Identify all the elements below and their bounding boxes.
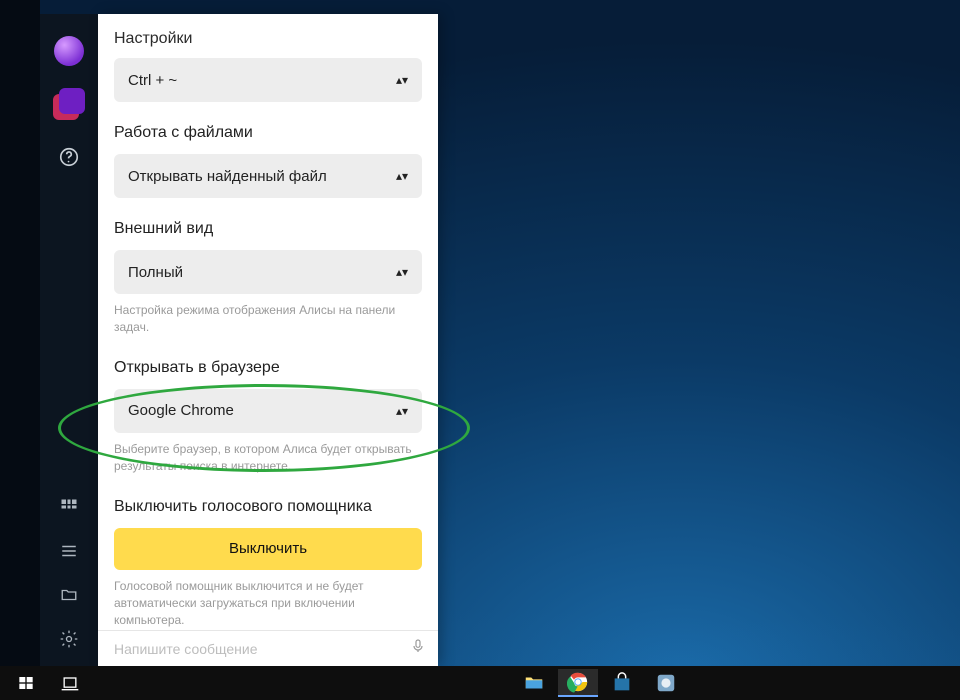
files-action-select[interactable]: Открывать найденный файл ▴▾ [114,154,422,198]
alice-side-rail [40,14,98,666]
appearance-section-title: Внешний вид [114,220,422,238]
disable-assistant-button[interactable]: Выключить [114,528,422,570]
task-view-button[interactable] [48,666,92,700]
chevron-updown-icon: ▴▾ [396,404,408,418]
panel-title: Настройки [114,14,422,58]
list-icon[interactable] [52,534,86,568]
start-button[interactable] [4,666,48,700]
alice-orb-button[interactable] [52,34,86,68]
default-browser-select[interactable]: Google Chrome ▴▾ [114,389,422,433]
skills-button[interactable] [53,88,85,120]
chevron-updown-icon: ▴▾ [396,169,408,183]
default-browser-value: Google Chrome [128,402,234,419]
taskbar-running-apps [512,666,688,700]
settings-panel: Настройки Ctrl + ~ ▴▾ Работа с файлами О… [98,14,438,666]
taskbar-store-icon[interactable] [602,669,642,697]
disable-hint: Голосовой помощник выключится и не будет… [114,578,422,630]
appearance-value: Полный [128,264,183,281]
browser-section-title: Открывать в браузере [114,359,422,377]
disable-section-title: Выключить голосового помощника [114,498,422,516]
message-input[interactable] [114,641,410,657]
settings-gear-icon[interactable] [52,622,86,656]
hotkey-select[interactable]: Ctrl + ~ ▴▾ [114,58,422,102]
files-action-value: Открывать найденный файл [128,168,327,185]
taskbar-app-icon[interactable] [646,669,686,697]
chevron-updown-icon: ▴▾ [396,265,408,279]
browser-hint: Выберите браузер, в котором Алиса будет … [114,441,422,476]
taskbar-file-explorer-icon[interactable] [514,669,554,697]
appearance-hint: Настройка режима отображения Алисы на па… [114,302,422,337]
message-input-bar [98,630,438,666]
microphone-icon[interactable] [410,636,426,661]
taskbar-chrome-icon[interactable] [558,669,598,697]
apps-grid-icon[interactable] [52,490,86,524]
chevron-updown-icon: ▴▾ [396,73,408,87]
help-icon[interactable] [52,140,86,174]
hotkey-value: Ctrl + ~ [128,72,177,89]
files-section-title: Работа с файлами [114,124,422,142]
appearance-select[interactable]: Полный ▴▾ [114,250,422,294]
folder-icon[interactable] [52,578,86,612]
screen-left-gutter [0,0,40,666]
windows-taskbar [0,666,960,700]
